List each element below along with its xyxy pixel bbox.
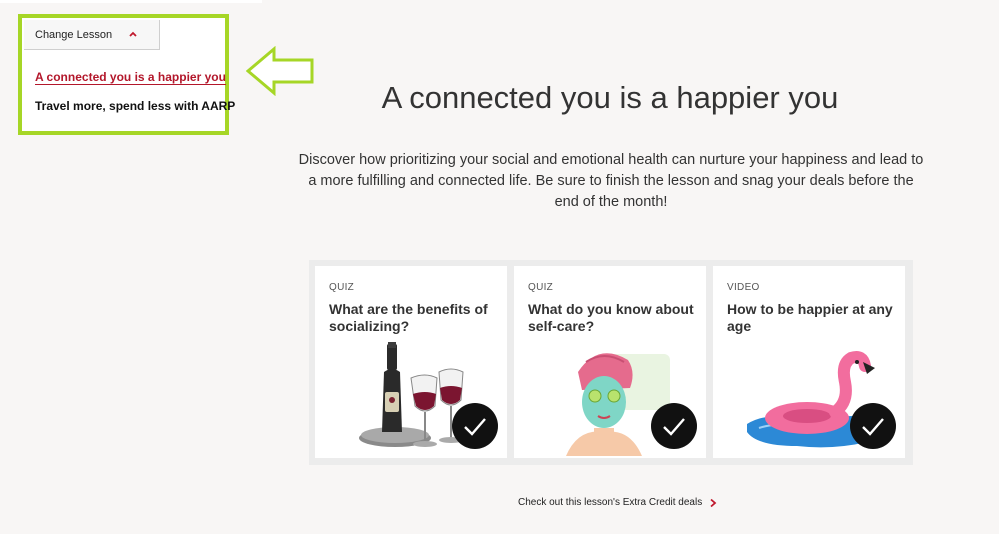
card-type-label: VIDEO: [727, 282, 760, 293]
card-type-label: QUIZ: [329, 282, 355, 293]
completed-check-icon: [651, 403, 697, 449]
extra-credit-label: Check out this lesson's Extra Credit dea…: [518, 497, 703, 508]
quiz-card-self-care[interactable]: QUIZ What do you know about self-care?: [514, 266, 706, 458]
video-card-happier[interactable]: VIDEO How to be happier at any age: [713, 266, 905, 458]
change-lesson-toggle[interactable]: Change Lesson: [24, 20, 160, 50]
extra-credit-link[interactable]: Check out this lesson's Extra Credit dea…: [518, 497, 718, 508]
chevron-up-icon: [129, 31, 137, 37]
card-title: How to be happier at any age: [727, 301, 893, 334]
card-title: What do you know about self-care?: [528, 301, 694, 334]
page-title: A connected you is a happier you: [381, 80, 839, 115]
lesson-item-travel[interactable]: Travel more, spend less with AARP: [35, 99, 235, 113]
card-type-label: QUIZ: [528, 282, 554, 293]
completed-check-icon: [850, 403, 896, 449]
completed-check-icon: [452, 403, 498, 449]
lesson-item-connected[interactable]: A connected you is a happier you: [35, 70, 235, 84]
change-lesson-dropdown: Change Lesson A connected you is a happi…: [18, 14, 235, 135]
chevron-right-icon: [710, 498, 717, 507]
top-strip: [0, 0, 262, 3]
activity-cards-panel: QUIZ What are the benefits of socializin…: [309, 260, 913, 465]
lesson-menu: A connected you is a happier you Travel …: [35, 70, 235, 128]
quiz-card-socializing[interactable]: QUIZ What are the benefits of socializin…: [315, 266, 507, 458]
lesson-description: Discover how prioritizing your social an…: [298, 152, 924, 210]
change-lesson-label: Change Lesson: [35, 28, 113, 41]
card-title: What are the benefits of socializing?: [329, 301, 488, 334]
